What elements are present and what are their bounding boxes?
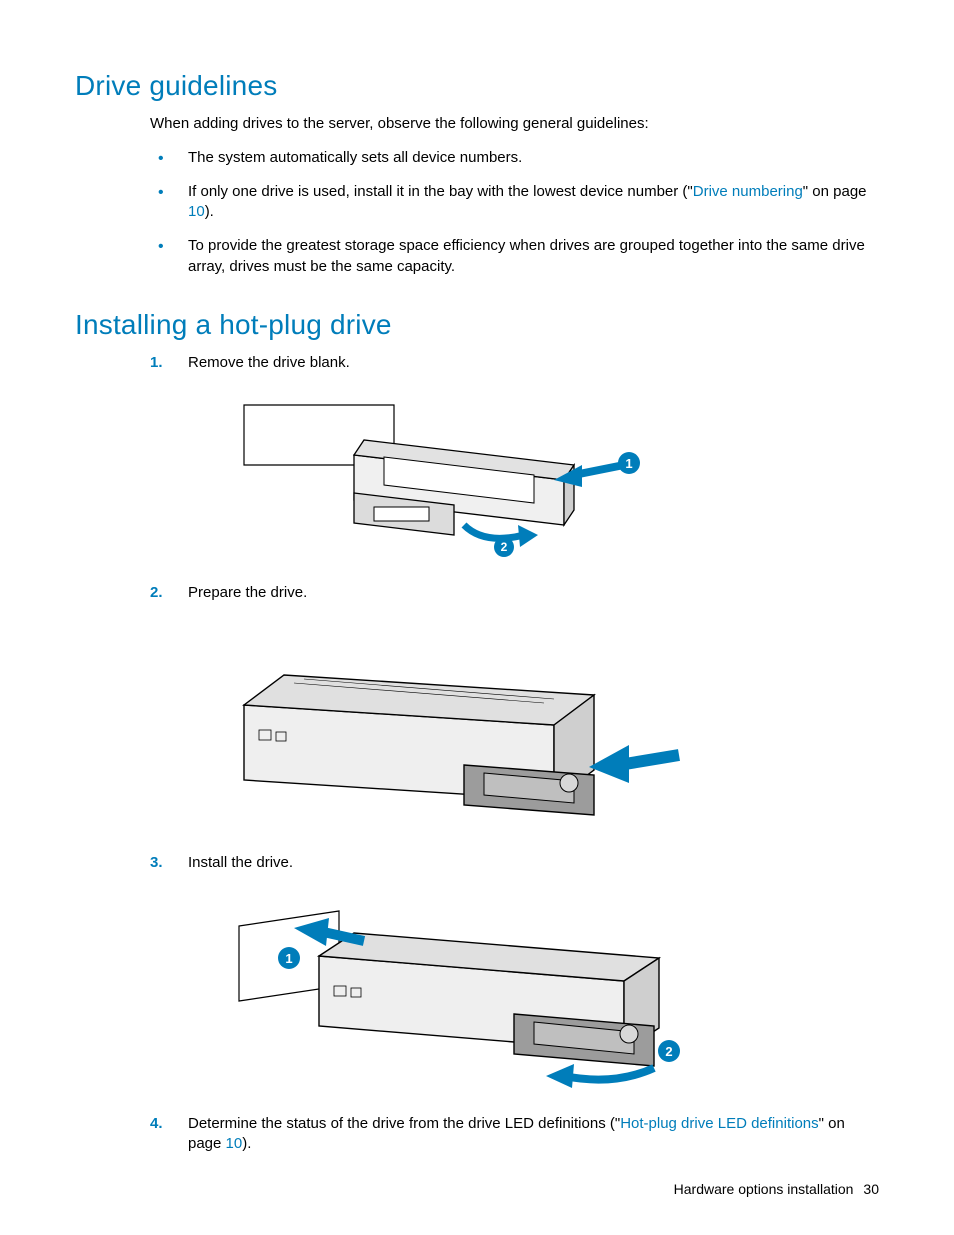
link-page-ref[interactable]: 10 [226,1135,243,1152]
bullet-text-mid: " on page [803,183,867,200]
figure-install-drive: 1 2 [224,886,879,1096]
arrow-icon [589,745,679,783]
callout-1: 1 [625,456,632,471]
link-drive-numbering[interactable]: Drive numbering [693,183,803,200]
list-item: To provide the greatest storage space ef… [150,236,879,277]
step-text: Install the drive. [188,854,293,871]
callout-2: 2 [501,540,508,554]
figure-prepare-drive [224,615,879,835]
guidelines-body: When adding drives to the server, observ… [150,114,879,277]
step-item: Remove the drive blank. [150,353,879,565]
heading-drive-guidelines: Drive guidelines [75,70,879,102]
step-item: Prepare the drive. [150,583,879,835]
step-item: Determine the status of the drive from t… [150,1114,879,1155]
step-text: Prepare the drive. [188,584,307,601]
guidelines-list: The system automatically sets all device… [150,148,879,277]
step-text-pre: Determine the status of the drive from t… [188,1115,620,1132]
install-steps: Remove the drive blank. [150,353,879,1154]
footer-page-number: 30 [863,1181,879,1197]
page: Drive guidelines When adding drives to t… [0,0,954,1235]
link-led-definitions[interactable]: Hot-plug drive LED definitions [620,1115,818,1132]
callout-1: 1 [285,951,292,966]
step-text-post: ). [242,1135,251,1152]
list-item: The system automatically sets all device… [150,148,879,168]
page-footer: Hardware options installation 30 [674,1181,879,1197]
figure-remove-blank: 1 2 [224,385,879,565]
step-text: Remove the drive blank. [188,354,350,371]
step-item: Install the drive. [150,853,879,1095]
guidelines-intro: When adding drives to the server, observ… [150,114,879,134]
link-page-ref[interactable]: 10 [188,203,205,220]
list-item: If only one drive is used, install it in… [150,182,879,223]
callout-2: 2 [665,1044,672,1059]
heading-installing-hot-plug: Installing a hot-plug drive [75,309,879,341]
bullet-text: The system automatically sets all device… [188,149,522,166]
footer-section: Hardware options installation [674,1181,854,1197]
bullet-text-pre: If only one drive is used, install it in… [188,183,693,200]
arrow-icon [546,1064,654,1088]
bullet-text: To provide the greatest storage space ef… [188,237,865,274]
install-body: Remove the drive blank. [150,353,879,1154]
bullet-text-post: ). [205,203,214,220]
